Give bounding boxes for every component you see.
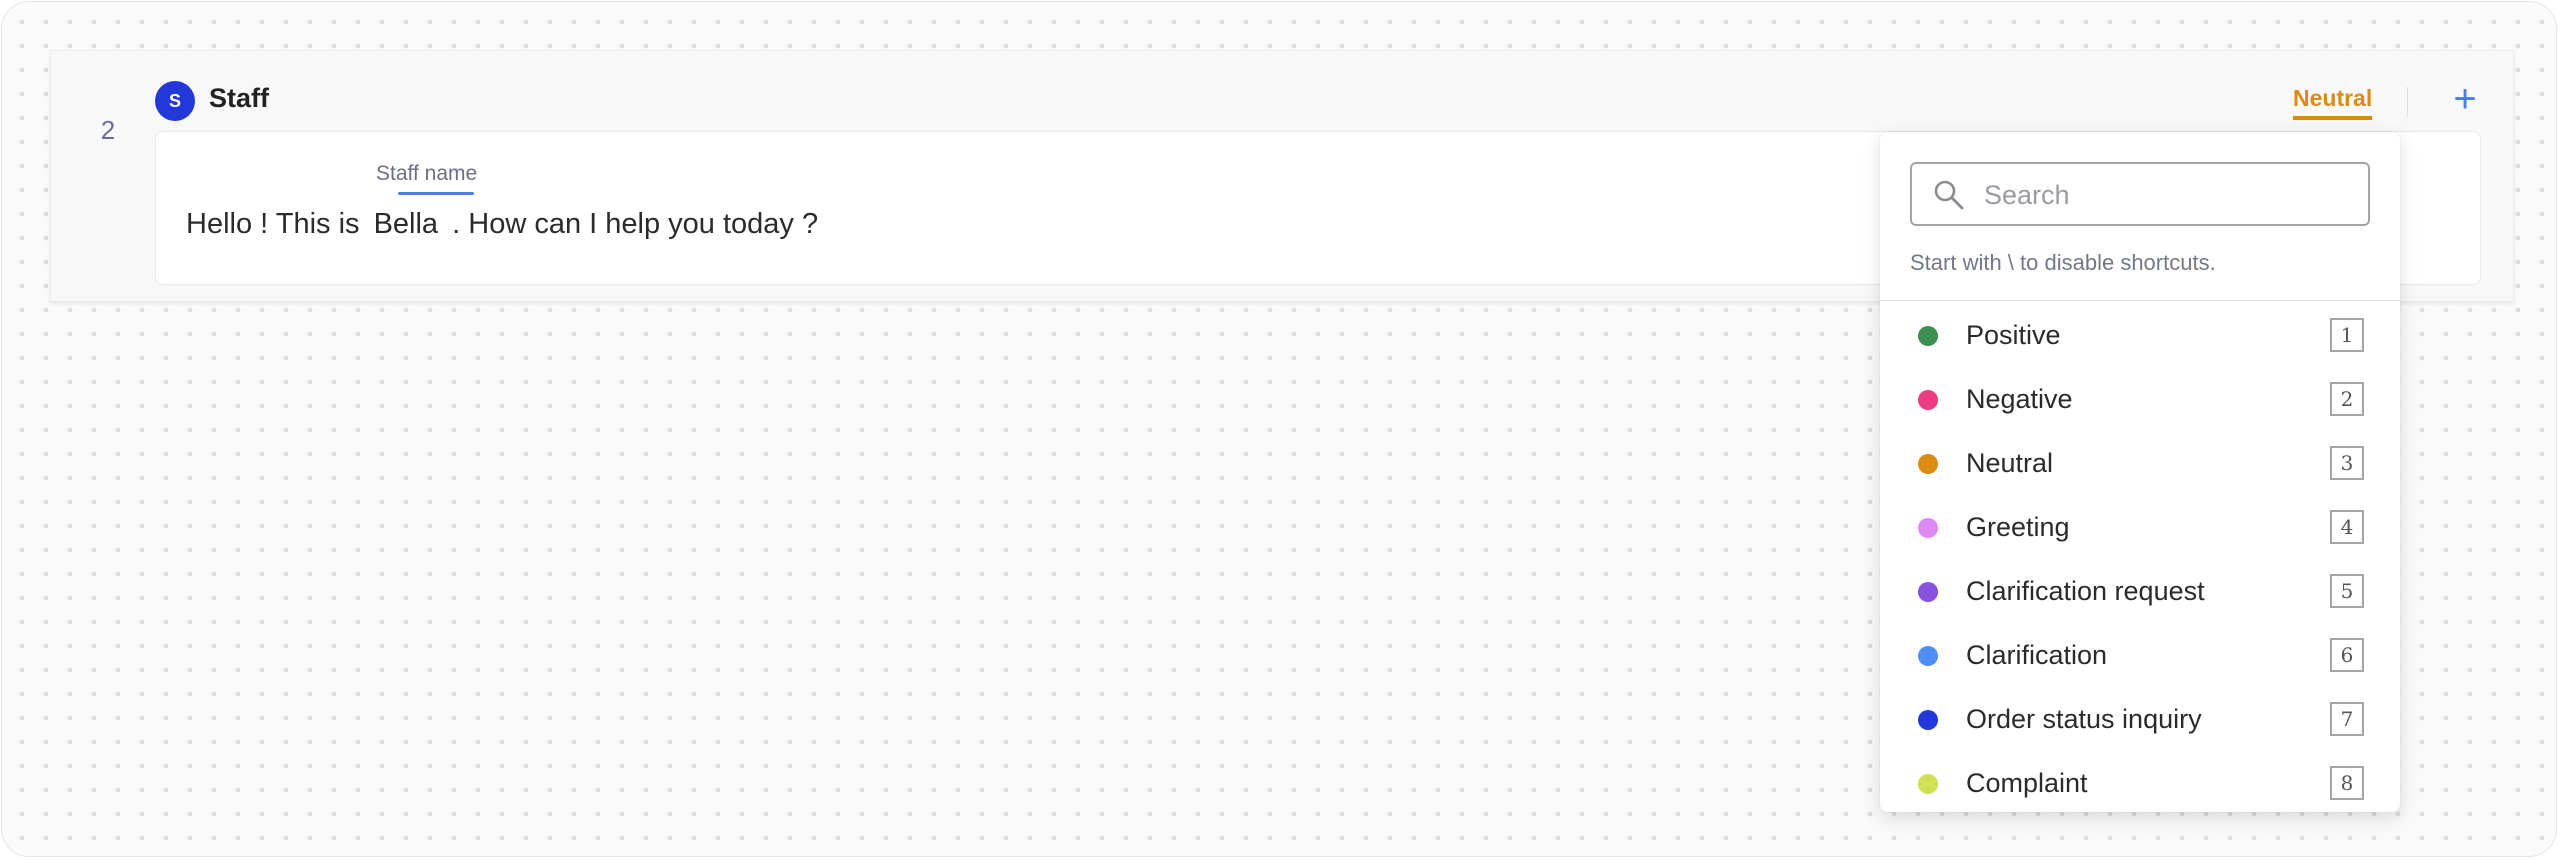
option-label: Greeting <box>1966 512 2070 542</box>
option-label: Neutral <box>1966 448 2054 478</box>
shortcut-hint: Start with \ to disable shortcuts. <box>1910 250 2216 275</box>
option-clarification[interactable]: Clarification 6 <box>1880 622 2400 686</box>
row-number: 2 <box>100 115 116 145</box>
color-dot <box>1918 390 1938 410</box>
label-options: Positive 1 Negative 2 Neutral 3 Greeting… <box>1880 302 2400 812</box>
color-dot <box>1918 774 1938 794</box>
hotkey-badge: 8 <box>2330 766 2364 800</box>
option-label: Order status inquiry <box>1966 704 2202 734</box>
hint-divider <box>1880 300 2400 301</box>
hotkey-badge: 6 <box>2330 638 2364 672</box>
speaker-name: Staff <box>209 83 269 113</box>
search-box[interactable] <box>1910 162 2370 226</box>
color-dot <box>1918 454 1938 474</box>
hotkey-badge: 2 <box>2330 382 2364 416</box>
speaker-avatar: S <box>155 81 195 121</box>
message-text[interactable]: Hello ! This is Bella . How can I help y… <box>186 208 818 241</box>
message-text-before: Hello ! This is <box>186 208 368 240</box>
hotkey-badge: 4 <box>2330 510 2364 544</box>
color-dot <box>1918 710 1938 730</box>
option-positive[interactable]: Positive 1 <box>1880 302 2400 366</box>
option-label: Complaint <box>1966 768 2088 798</box>
sentiment-tag[interactable]: Neutral <box>2293 85 2373 120</box>
option-greeting[interactable]: Greeting 4 <box>1880 494 2400 558</box>
search-input[interactable] <box>1982 164 2356 226</box>
tag-divider <box>2407 87 2408 117</box>
hotkey-badge: 3 <box>2330 446 2364 480</box>
label-dropdown: Start with \ to disable shortcuts. Posit… <box>1880 132 2400 812</box>
entity-text[interactable]: Bella <box>374 208 439 240</box>
option-label: Negative <box>1966 384 2073 414</box>
hotkey-badge: 7 <box>2330 702 2364 736</box>
color-dot <box>1918 518 1938 538</box>
option-label: Clarification <box>1966 640 2108 670</box>
option-label: Positive <box>1966 320 2061 350</box>
option-neutral[interactable]: Neutral 3 <box>1880 430 2400 494</box>
entity-label[interactable]: Staff name <box>376 162 477 186</box>
hotkey-badge: 1 <box>2330 318 2364 352</box>
color-dot <box>1918 646 1938 666</box>
canvas: 2 S Staff Neutral + Staff name Hello ! T… <box>1 1 2557 857</box>
option-clarification-request[interactable]: Clarification request 5 <box>1880 558 2400 622</box>
color-dot <box>1918 326 1938 346</box>
option-complaint[interactable]: Complaint 8 <box>1880 750 2400 812</box>
color-dot <box>1918 582 1938 602</box>
option-label: Clarification request <box>1966 576 2205 606</box>
option-negative[interactable]: Negative 2 <box>1880 366 2400 430</box>
entity-highlight <box>398 192 474 195</box>
search-icon <box>1934 180 1964 210</box>
add-label-button[interactable]: + <box>2445 79 2485 119</box>
option-order-status-inquiry[interactable]: Order status inquiry 7 <box>1880 686 2400 750</box>
hotkey-badge: 5 <box>2330 574 2364 608</box>
message-text-after: . How can I help you today ? <box>444 208 819 240</box>
